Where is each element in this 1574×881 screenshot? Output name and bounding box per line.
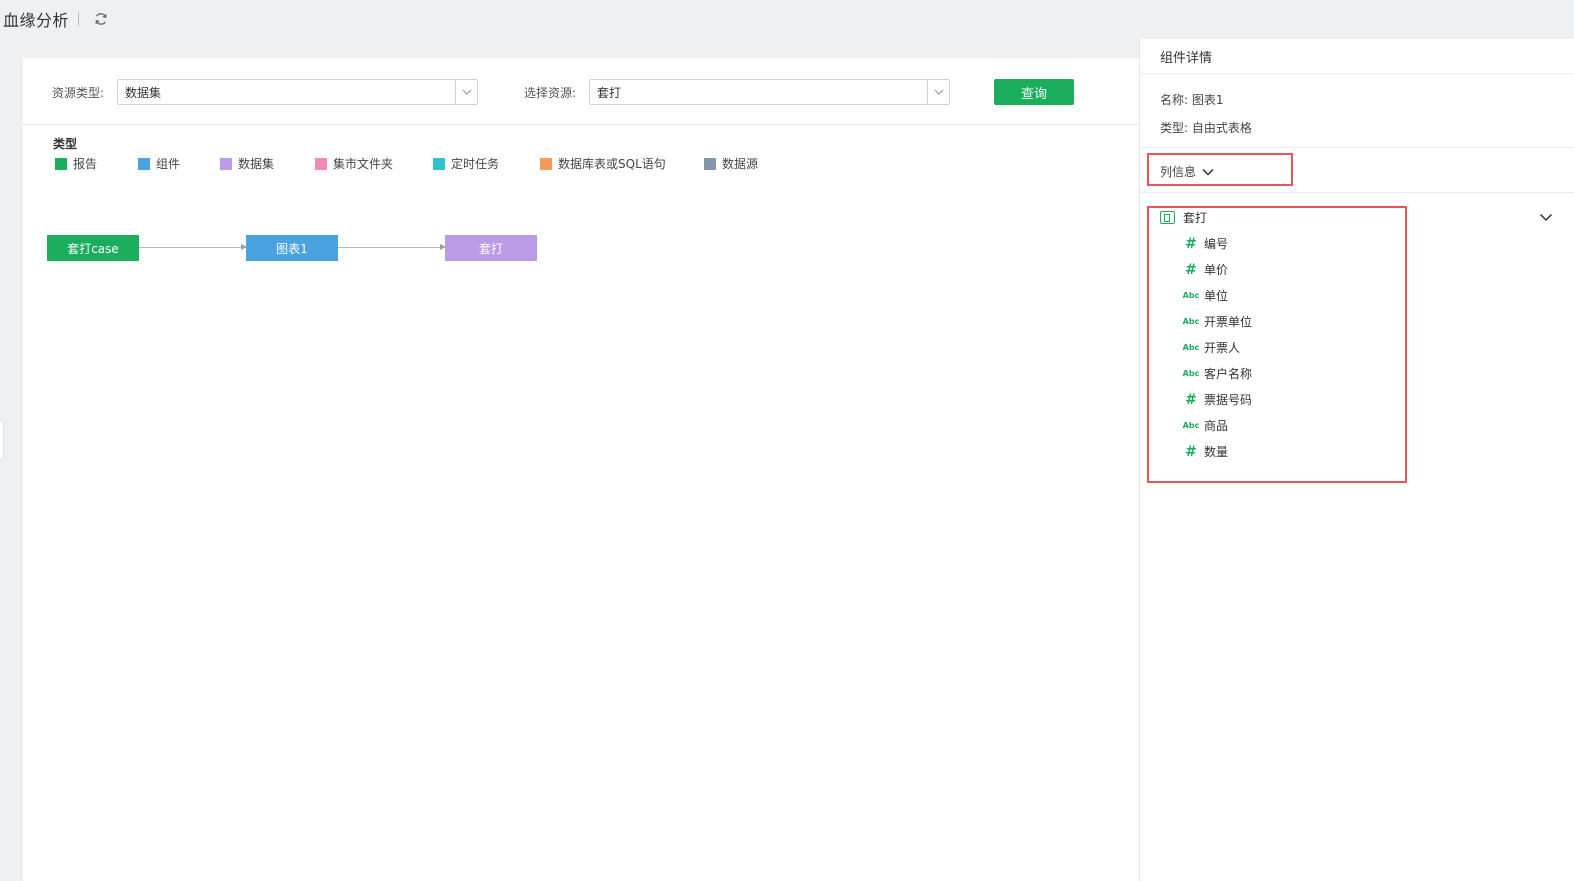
select-resource-label: 选择资源: <box>524 86 577 100</box>
field-item[interactable]: # 单价 <box>1180 261 1228 278</box>
legend-label: 数据库表或SQL语句 <box>558 157 666 171</box>
text-type-icon: Abc <box>1182 421 1200 430</box>
left-collapse-tab[interactable] <box>0 420 4 460</box>
field-name: 单价 <box>1204 263 1229 277</box>
number-type-icon: # <box>1185 261 1197 278</box>
resource-type-select[interactable]: 数据集 <box>117 79 478 105</box>
field-name: 数量 <box>1204 445 1229 459</box>
legend-item-report: 报告 <box>55 155 97 172</box>
text-type-icon: Abc <box>1182 291 1200 300</box>
graph-node-report[interactable]: 套打case <box>47 235 139 261</box>
field-item[interactable]: Abc 开票单位 <box>1180 313 1252 330</box>
text-type-icon: Abc <box>1182 343 1200 352</box>
resource-type-value: 数据集 <box>125 85 162 100</box>
graph-edge <box>139 244 247 250</box>
field-item[interactable]: Abc 商品 <box>1180 417 1228 434</box>
graph-node-dataset[interactable]: 套打 <box>445 235 537 261</box>
legend-item-mart-folder: 集市文件夹 <box>315 155 393 172</box>
dataset-name: 套打 <box>1183 211 1208 225</box>
legend-label: 组件 <box>156 157 181 171</box>
number-type-icon: # <box>1185 391 1197 408</box>
resource-type-label: 资源类型: <box>52 86 105 100</box>
text-type-icon: Abc <box>1182 317 1200 326</box>
graph-edge <box>338 244 446 250</box>
field-name: 商品 <box>1204 419 1229 433</box>
field-name: 编号 <box>1204 237 1229 251</box>
legend-swatch <box>220 157 232 170</box>
chevron-down-icon <box>1202 165 1214 179</box>
top-bar: 血缘分析 <box>0 0 1574 38</box>
query-bar: 资源类型: 数据集 选择资源: 套打 查询 <box>23 58 1140 125</box>
chevron-down-icon[interactable] <box>455 80 477 104</box>
legend-label: 定时任务 <box>451 157 500 171</box>
field-name: 票据号码 <box>1204 393 1253 407</box>
field-item[interactable]: Abc 单位 <box>1180 287 1228 304</box>
legend-swatch <box>540 157 552 170</box>
legend-swatch <box>704 157 716 170</box>
divider <box>1140 147 1574 148</box>
panel-title: 组件详情 <box>1140 39 1574 74</box>
field-name: 开票人 <box>1204 341 1241 355</box>
main-panel: 资源类型: 数据集 选择资源: 套打 查询 类型 报告 组件 数据集 集市文件夹… <box>23 58 1140 881</box>
legend-title: 类型 <box>53 137 78 151</box>
dataset-icon <box>1160 211 1175 224</box>
legend-label: 报告 <box>73 157 98 171</box>
graph-node-component[interactable]: 图表1 <box>246 235 338 261</box>
legend-label: 数据源 <box>722 157 759 171</box>
page-title: 血缘分析 <box>3 11 70 30</box>
component-detail-panel: 组件详情 名称: 图表1 类型: 自由式表格 列信息 套打 # 编号 # 单价 … <box>1139 39 1574 881</box>
resource-value: 套打 <box>597 85 622 100</box>
legend-item-component: 组件 <box>138 155 180 172</box>
field-name: 单位 <box>1204 289 1229 303</box>
field-name: 客户名称 <box>1204 367 1253 381</box>
legend-swatch <box>55 157 67 170</box>
query-button[interactable]: 查询 <box>994 79 1074 105</box>
legend-swatch <box>433 157 445 170</box>
text-type-icon: Abc <box>1182 369 1200 378</box>
field-item[interactable]: # 数量 <box>1180 443 1228 460</box>
field-item[interactable]: Abc 客户名称 <box>1180 365 1252 382</box>
legend-swatch <box>315 157 327 170</box>
legend-item-scheduled-task: 定时任务 <box>433 155 499 172</box>
number-type-icon: # <box>1185 235 1197 252</box>
field-item[interactable]: Abc 开票人 <box>1180 339 1240 356</box>
title-separator <box>78 12 80 26</box>
field-name: 开票单位 <box>1204 315 1253 329</box>
field-item[interactable]: # 编号 <box>1180 235 1228 252</box>
legend-swatch <box>138 157 150 170</box>
column-info-toggle[interactable]: 列信息 <box>1160 163 1214 180</box>
number-type-icon: # <box>1185 443 1197 460</box>
chevron-down-icon[interactable] <box>1539 211 1553 225</box>
legend-label: 集市文件夹 <box>333 157 394 171</box>
chevron-down-icon[interactable] <box>927 80 949 104</box>
component-type: 类型: 自由式表格 <box>1160 121 1252 135</box>
dataset-tree-node[interactable]: 套打 <box>1160 209 1207 226</box>
column-info-label: 列信息 <box>1160 165 1197 179</box>
legend-item-datasource: 数据源 <box>704 155 758 172</box>
refresh-icon[interactable] <box>93 11 109 27</box>
field-item[interactable]: # 票据号码 <box>1180 391 1252 408</box>
legend-item-dataset: 数据集 <box>220 155 274 172</box>
legend-item-db-table: 数据库表或SQL语句 <box>540 155 666 172</box>
component-name: 名称: 图表1 <box>1160 93 1224 107</box>
resource-select[interactable]: 套打 <box>589 79 950 105</box>
divider <box>1140 192 1574 193</box>
legend-label: 数据集 <box>238 157 275 171</box>
